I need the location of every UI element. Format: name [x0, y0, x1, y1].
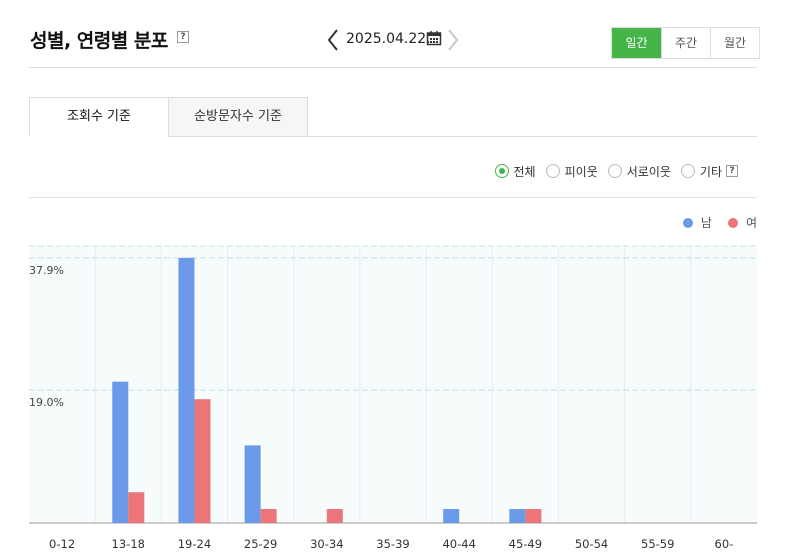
x-tick-label: 13-18 [112, 537, 145, 551]
legend-swatch-female [727, 217, 738, 228]
tab-unique-visitors[interactable]: 순방문자수 기준 [168, 97, 308, 137]
legend-label: 남 [700, 216, 712, 230]
bar-male-25-29 [244, 445, 261, 523]
bar-male-45-49 [509, 509, 526, 523]
bar-female-45-49 [525, 509, 542, 523]
x-tick-label: 60- [715, 537, 734, 551]
filter-label: 기타 [699, 164, 722, 179]
bar-female-25-29 [260, 509, 277, 523]
radio-circle [607, 164, 622, 178]
page-title: 성별, 연령별 분포 [30, 30, 168, 52]
bar-female-30-34 [326, 509, 343, 523]
filter-label: 전체 [513, 164, 536, 179]
bar-male-13-18 [112, 381, 129, 523]
filter-neighbor-radio[interactable]: 피이웃 [545, 163, 598, 180]
x-tick-label: 19-24 [178, 537, 211, 551]
x-tick-label: 0-12 [49, 537, 75, 551]
filter-other-radio[interactable]: 기타 [680, 163, 722, 180]
age-gender-bar-chart: 19.0% 37.9% 0-12 13-18 19-24 25-29 30-34 35-39 4… [29, 245, 757, 551]
filter-label: 서로이웃 [626, 164, 671, 179]
x-tick-label: 55-59 [641, 537, 674, 551]
help-icon[interactable]: ? [177, 31, 189, 43]
filter-label: 피이웃 [564, 164, 598, 179]
divider [29, 197, 757, 198]
chevron-right-icon[interactable] [446, 28, 460, 52]
x-tick-label: 30-34 [310, 537, 343, 551]
plot-background [29, 246, 757, 523]
legend-swatch-male [682, 217, 693, 228]
chart-legend: 남 여 [667, 214, 757, 231]
legend-item-male: 남 [682, 214, 712, 231]
radio-circle [494, 164, 509, 178]
x-tick-label: 50-54 [575, 537, 608, 551]
bar-female-13-18 [128, 492, 145, 523]
period-monthly-button[interactable]: 월간 [710, 28, 759, 58]
neighbor-filter: 전체 피이웃 서로이웃 기타 ? [485, 162, 738, 180]
legend-item-female: 여 [727, 214, 757, 231]
legend-label: 여 [745, 216, 757, 230]
y-tick-label: 19.0% [29, 396, 64, 409]
x-tick-label: 45-49 [509, 537, 542, 551]
period-weekly-button[interactable]: 주간 [661, 28, 710, 58]
filter-all-radio[interactable]: 전체 [494, 163, 536, 180]
x-tick-label: 25-29 [244, 537, 277, 551]
help-icon[interactable]: ? [726, 165, 738, 177]
bar-male-40-44 [443, 509, 460, 523]
radio-circle [545, 164, 560, 178]
y-tick-label: 37.9% [29, 264, 64, 277]
tab-views[interactable]: 조회수 기준 [29, 97, 169, 137]
filter-mutual-neighbor-radio[interactable]: 서로이웃 [607, 163, 671, 180]
tab-bar: 순방문자수 기준 조회수 기준 [29, 97, 757, 137]
x-tick-label: 40-44 [442, 537, 475, 551]
calendar-icon[interactable] [426, 30, 442, 46]
bar-male-19-24 [178, 257, 195, 523]
radio-circle [680, 164, 695, 178]
current-date: 2025.04.22. [346, 31, 431, 47]
period-toggle: 일간 주간 월간 [611, 27, 760, 59]
bar-female-19-24 [194, 399, 211, 523]
chevron-left-icon[interactable] [326, 28, 340, 52]
divider [29, 67, 757, 68]
x-tick-label: 35-39 [376, 537, 409, 551]
period-daily-button[interactable]: 일간 [612, 28, 661, 58]
header: 성별, 연령별 분포 ? 2025.04.22. 일간 주간 월간 [0, 0, 795, 68]
